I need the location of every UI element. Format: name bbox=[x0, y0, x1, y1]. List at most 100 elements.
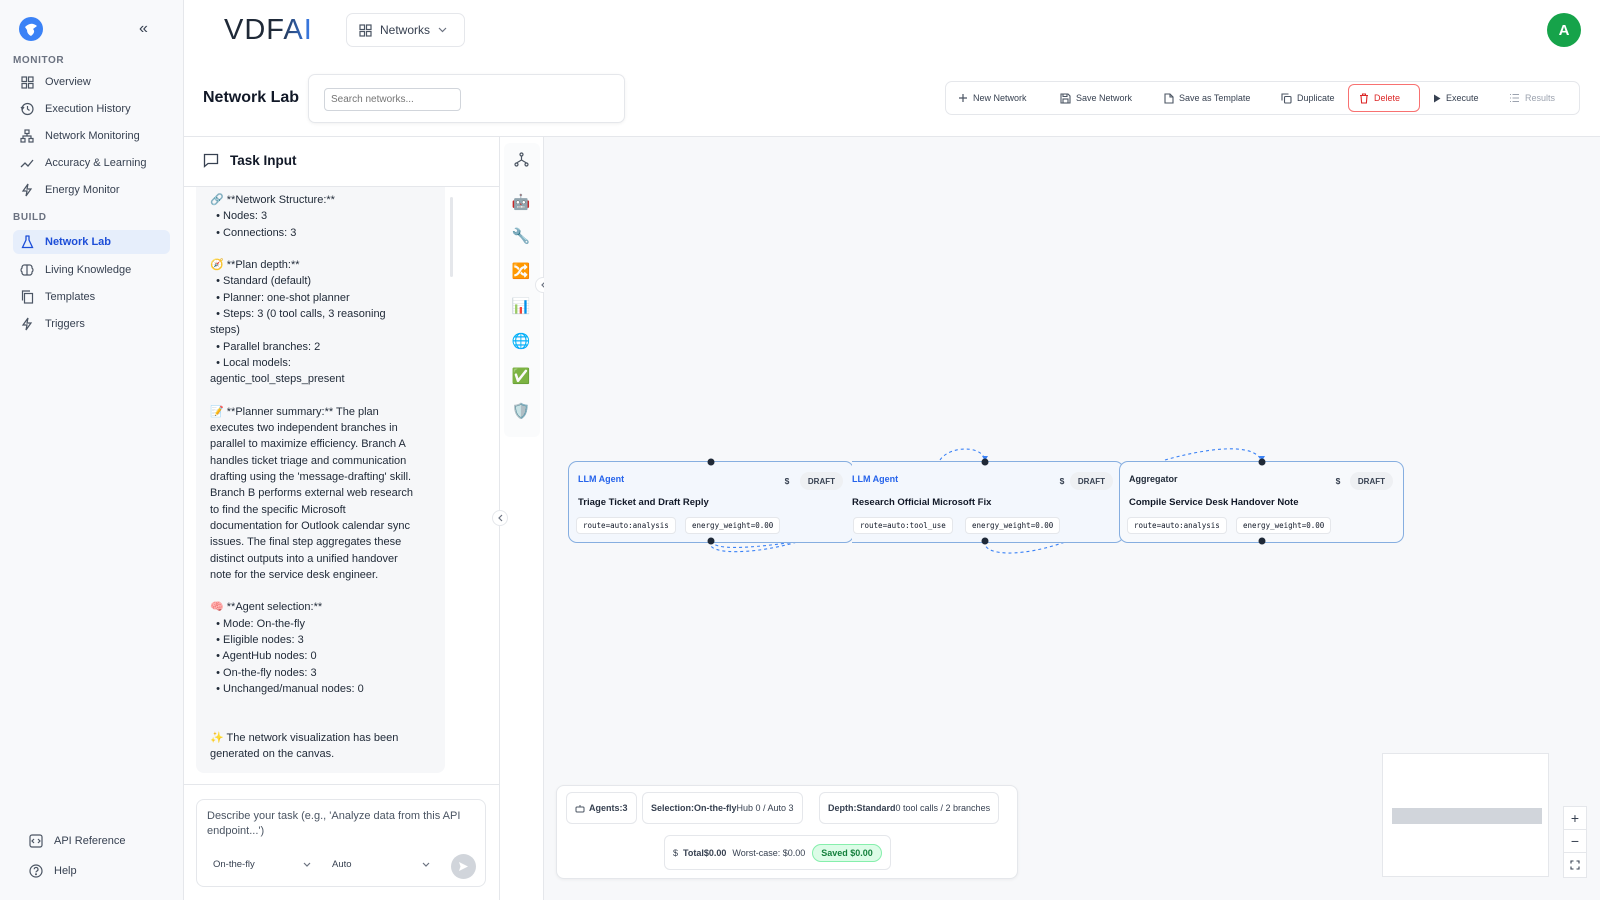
collapse-task-panel-button[interactable] bbox=[492, 510, 508, 526]
energy-tag: energy_weight=0.00 bbox=[1236, 517, 1332, 534]
new-network-button[interactable]: New Network bbox=[948, 84, 1050, 112]
sidebar-item-label: Execution History bbox=[45, 103, 131, 115]
message-line bbox=[210, 388, 435, 404]
sidebar-item-network-lab[interactable]: Network Lab bbox=[13, 230, 170, 254]
sidebar-item-execution-history[interactable]: Execution History bbox=[13, 97, 170, 121]
fit-view-button[interactable] bbox=[1564, 853, 1586, 877]
collapse-sidebar-icon[interactable]: « bbox=[139, 20, 148, 38]
save-network-button[interactable]: Save Network bbox=[1050, 84, 1154, 112]
message-line bbox=[210, 714, 435, 730]
node-title: Compile Service Desk Handover Note bbox=[1129, 497, 1299, 508]
trash-icon bbox=[1359, 92, 1369, 104]
sidebar-item-templates[interactable]: Templates bbox=[13, 285, 170, 309]
zoom-out-button[interactable]: − bbox=[1564, 830, 1586, 853]
send-button[interactable] bbox=[451, 854, 476, 879]
message-line: • Local models: bbox=[210, 356, 291, 369]
depth-label: Depth: bbox=[828, 803, 857, 813]
task-input[interactable]: Describe your task (e.g., 'Analyze data … bbox=[207, 809, 482, 839]
shield-icon[interactable]: 🛡️ bbox=[505, 397, 537, 425]
message-line: agentic_tool_steps_present bbox=[210, 373, 345, 386]
sidebar-item-accuracy-learning[interactable]: Accuracy & Learning bbox=[13, 151, 170, 175]
sidebar-item-label: Network Monitoring bbox=[45, 130, 140, 142]
node-title: Research Official Microsoft Fix bbox=[852, 497, 992, 508]
shuffle-icon[interactable]: 🔀 bbox=[505, 257, 537, 285]
search-input[interactable] bbox=[324, 88, 461, 111]
duplicate-button[interactable]: Duplicate bbox=[1271, 84, 1345, 112]
help-icon bbox=[28, 863, 44, 879]
sidebar-item-living-knowledge[interactable]: Living Knowledge bbox=[13, 258, 170, 282]
sidebar-item-label: Living Knowledge bbox=[45, 264, 132, 276]
message-line: executes two independent branches in bbox=[210, 422, 398, 435]
execute-button[interactable]: Execute bbox=[1423, 84, 1499, 112]
message-line: 🔗 **Network Structure:** bbox=[210, 194, 335, 206]
model-select-value: Auto bbox=[332, 858, 352, 870]
network-structure-icon[interactable] bbox=[505, 145, 537, 173]
task-panel-header: Task Input bbox=[184, 137, 499, 187]
route-tag: route=auto:tool_use bbox=[853, 517, 953, 534]
list-icon bbox=[1509, 93, 1520, 103]
new-network-label: New Network bbox=[973, 93, 1027, 103]
agent-node-triage[interactable]: LLM Agent $ DRAFT Triage Ticket and Draf… bbox=[568, 461, 854, 543]
section-monitor: MONITOR bbox=[13, 55, 65, 66]
model-select[interactable]: Auto bbox=[326, 854, 436, 874]
chevron-down-icon bbox=[422, 862, 430, 867]
save-template-button[interactable]: Save as Template bbox=[1154, 84, 1271, 112]
message-line: • AgentHub nodes: 0 bbox=[210, 650, 317, 663]
page-title: Network Lab bbox=[203, 89, 300, 106]
api-reference-link[interactable]: API Reference bbox=[22, 829, 179, 853]
message-line: note for the service desk engineer. bbox=[210, 568, 379, 581]
message-line: documentation for Outlook calendar sync bbox=[210, 519, 410, 532]
copy-icon bbox=[1281, 92, 1292, 104]
brand-logo[interactable]: VDFAI bbox=[224, 14, 320, 44]
sidebar-item-overview[interactable]: Overview bbox=[13, 70, 170, 94]
message-line: 📝 **Planner summary:** The plan bbox=[210, 405, 379, 418]
results-button[interactable]: Results bbox=[1499, 84, 1561, 112]
sidebar-item-label: Overview bbox=[45, 76, 91, 88]
cost-indicator: $ bbox=[784, 476, 790, 486]
message-scrollbar[interactable] bbox=[450, 197, 453, 277]
selection-label: Selection: bbox=[651, 803, 695, 813]
help-link[interactable]: Help bbox=[22, 859, 179, 883]
agent-node-research[interactable]: LLM Agent $ DRAFT Research Official Micr… bbox=[852, 461, 1124, 543]
bolt-icon bbox=[19, 316, 35, 332]
agents-label: Agents: bbox=[589, 803, 623, 813]
wrench-icon[interactable]: 🔧 bbox=[505, 222, 537, 250]
aggregator-node[interactable]: Aggregator $ DRAFT Compile Service Desk … bbox=[1119, 461, 1404, 543]
chevron-down-icon bbox=[438, 27, 447, 33]
message-line: • Unchanged/manual nodes: 0 bbox=[210, 682, 364, 695]
cost-indicator: $ bbox=[1059, 476, 1065, 486]
code-icon bbox=[28, 833, 44, 849]
mode-select[interactable]: On-the-fly bbox=[207, 854, 317, 874]
message-line: parallel to maximize efficiency. Branch … bbox=[210, 438, 406, 451]
chevron-down-icon bbox=[303, 862, 311, 867]
sidebar-item-network-monitoring[interactable]: Network Monitoring bbox=[13, 124, 170, 148]
sidebar-item-label: Accuracy & Learning bbox=[45, 157, 147, 169]
dollar-icon: $ bbox=[673, 847, 679, 858]
avatar[interactable]: A bbox=[1547, 13, 1581, 47]
save-network-label: Save Network bbox=[1076, 93, 1133, 103]
depth-value: Standard bbox=[856, 803, 896, 813]
node-title: Triage Ticket and Draft Reply bbox=[578, 497, 709, 508]
status-badge: DRAFT bbox=[1069, 472, 1113, 490]
message-line: • Standard (default) bbox=[210, 275, 312, 288]
zoom-in-button[interactable]: + bbox=[1564, 807, 1586, 830]
duplicate-label: Duplicate bbox=[1297, 93, 1335, 103]
minimap-nodes bbox=[1392, 808, 1542, 824]
sidebar-item-triggers[interactable]: Triggers bbox=[13, 312, 170, 336]
app-logo-icon[interactable] bbox=[19, 17, 43, 41]
globe-icon[interactable]: 🌐 bbox=[505, 327, 537, 355]
message-line: distinct outputs into a unified handover bbox=[210, 552, 398, 565]
status-badge: DRAFT bbox=[1349, 472, 1393, 490]
api-reference-label: API Reference bbox=[54, 835, 126, 847]
zoom-controls: + − bbox=[1563, 806, 1587, 878]
networks-dropdown[interactable]: Networks bbox=[346, 13, 465, 47]
sidebar-item-energy-monitor[interactable]: Energy Monitor bbox=[13, 178, 170, 202]
robot-icon bbox=[575, 804, 585, 813]
check-icon[interactable]: ✅ bbox=[505, 362, 537, 390]
message-line: steps) bbox=[210, 324, 240, 337]
bar-chart-icon[interactable]: 📊 bbox=[505, 292, 537, 320]
robot-icon[interactable]: 🤖 bbox=[505, 188, 537, 216]
minimap[interactable] bbox=[1382, 753, 1549, 877]
total-label: Total bbox=[683, 847, 704, 858]
delete-button[interactable]: Delete bbox=[1348, 84, 1420, 112]
